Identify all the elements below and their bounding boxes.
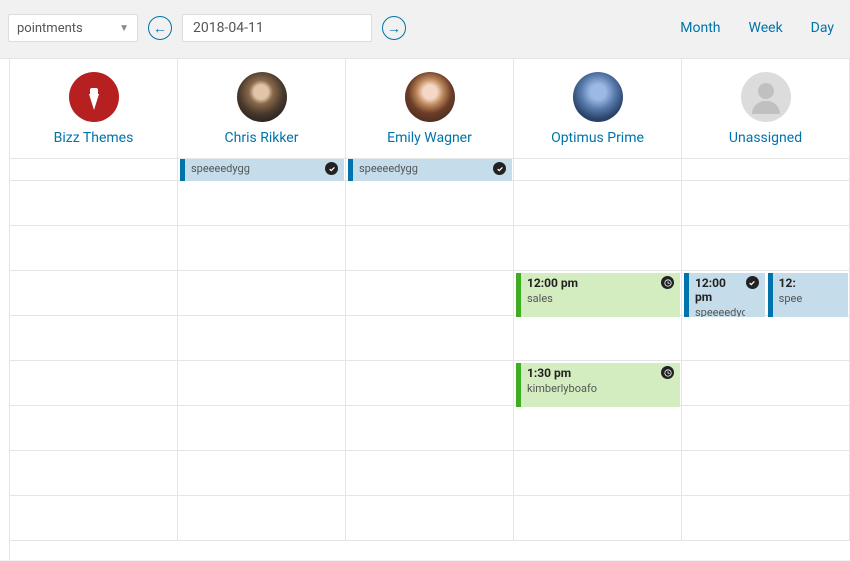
staff-column-emily[interactable]: Emily Wagner bbox=[346, 59, 514, 158]
calendar: Bizz Themes Chris Rikker Emily Wagner Op… bbox=[0, 58, 850, 560]
chevron-down-icon: ▼ bbox=[119, 23, 129, 34]
appointment-customer: speeeedygg bbox=[359, 162, 418, 175]
view-month[interactable]: Month bbox=[680, 20, 720, 36]
staff-column-bizz[interactable]: Bizz Themes bbox=[10, 59, 178, 158]
staff-name: Chris Rikker bbox=[225, 130, 299, 146]
clock-icon bbox=[661, 366, 674, 379]
check-circle-icon bbox=[746, 276, 759, 289]
staff-name: Emily Wagner bbox=[387, 130, 472, 146]
arrow-right-icon: → bbox=[387, 20, 401, 37]
appointment-customer: speeeedygg bbox=[695, 306, 745, 317]
tie-icon bbox=[69, 72, 119, 122]
staff-headers: Bizz Themes Chris Rikker Emily Wagner Op… bbox=[10, 59, 850, 159]
staff-name: Optimus Prime bbox=[551, 130, 644, 146]
appointment-time: 12: bbox=[779, 276, 829, 290]
avatar bbox=[405, 72, 455, 122]
clock-icon bbox=[661, 276, 674, 289]
appointment-emily-1[interactable]: speeeedygg bbox=[348, 159, 512, 181]
appointment-customer: speeeedygg bbox=[191, 162, 250, 175]
appointment-customer: kimberlyboafo bbox=[527, 382, 660, 395]
staff-column-unassigned[interactable]: Unassigned bbox=[682, 59, 850, 158]
appointment-unassigned-1[interactable]: 12:00 pm speeeedygg bbox=[684, 273, 765, 317]
staff-name: Bizz Themes bbox=[54, 130, 134, 146]
toolbar: pointments ▼ ← 2018-04-11 → Month Week D… bbox=[0, 0, 850, 58]
staff-name: Unassigned bbox=[729, 130, 802, 146]
filter-dropdown[interactable]: pointments ▼ bbox=[8, 14, 138, 42]
date-value: 2018-04-11 bbox=[193, 20, 264, 36]
prev-day-button[interactable]: ← bbox=[148, 16, 172, 40]
check-circle-icon bbox=[493, 162, 506, 175]
date-input[interactable]: 2018-04-11 bbox=[182, 14, 372, 42]
appointment-optimus-1[interactable]: 12:00 pm sales bbox=[516, 273, 680, 317]
appointment-time: 1:30 pm bbox=[527, 366, 660, 380]
time-gutter bbox=[0, 59, 10, 560]
filter-label: pointments bbox=[17, 21, 83, 36]
appointment-time: 12:00 pm bbox=[527, 276, 660, 290]
avatar bbox=[237, 72, 287, 122]
appointment-chris-1[interactable]: speeeedygg bbox=[180, 159, 344, 181]
staff-column-chris[interactable]: Chris Rikker bbox=[178, 59, 346, 158]
view-tabs: Month Week Day bbox=[680, 20, 842, 36]
appointment-unassigned-2[interactable]: 12: spee bbox=[768, 273, 849, 317]
next-day-button[interactable]: → bbox=[382, 16, 406, 40]
appointment-customer: spee bbox=[779, 292, 829, 305]
view-week[interactable]: Week bbox=[749, 20, 783, 36]
person-icon bbox=[741, 72, 791, 122]
appointment-customer: sales bbox=[527, 292, 660, 305]
time-grid: speeeedygg speeeedygg 12:00 pm sales 1:3… bbox=[10, 159, 850, 561]
check-circle-icon bbox=[325, 162, 338, 175]
appointment-time: 12:00 pm bbox=[695, 276, 745, 304]
view-day[interactable]: Day bbox=[811, 20, 834, 36]
avatar bbox=[573, 72, 623, 122]
arrow-left-icon: ← bbox=[153, 20, 167, 37]
appointment-optimus-2[interactable]: 1:30 pm kimberlyboafo bbox=[516, 363, 680, 407]
staff-column-optimus[interactable]: Optimus Prime bbox=[514, 59, 682, 158]
